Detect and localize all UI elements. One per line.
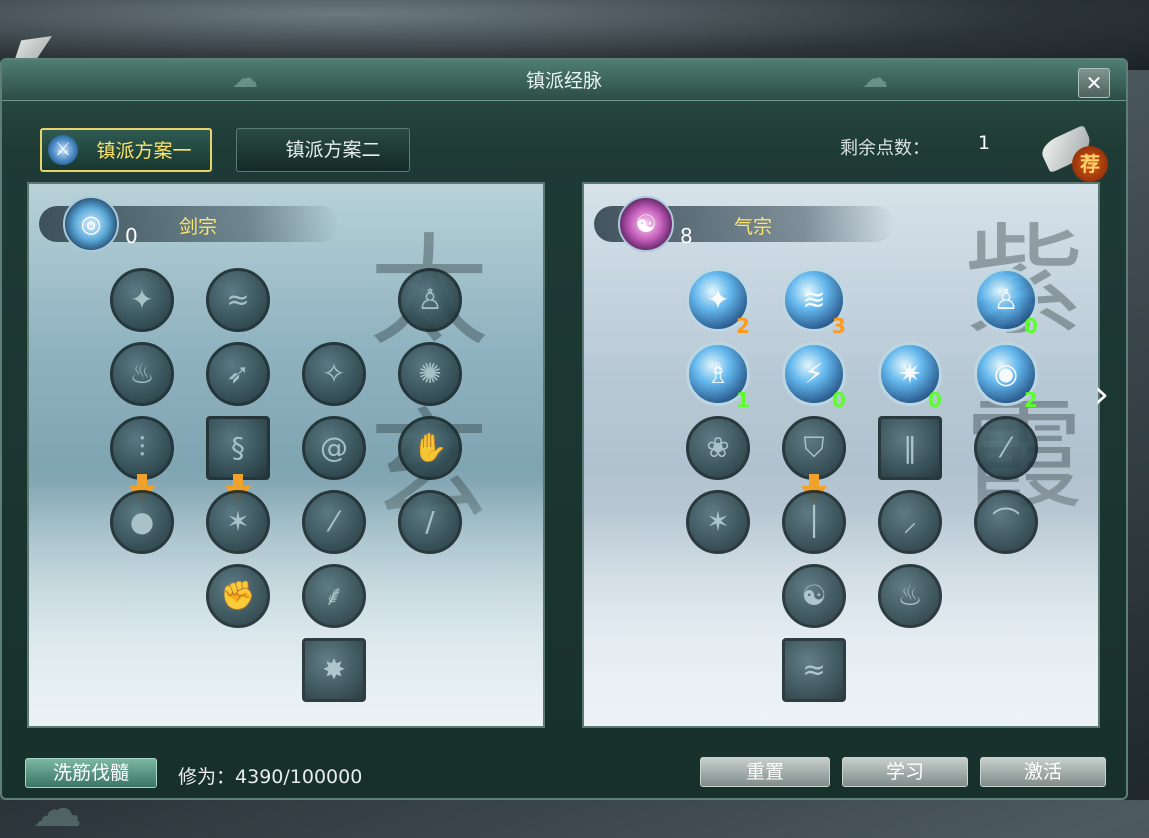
burst-icon[interactable]: ✶ [206,490,270,554]
ghost-icon[interactable]: ♨ [878,564,942,628]
school-points: 8 [680,224,693,248]
close-button[interactable]: ✕ [1078,68,1110,98]
qi-school-icon: ☯ [618,196,674,252]
window-title: 镇派经脉 [525,70,602,92]
shield-icon[interactable]: ⛉ [782,416,846,480]
sword-swirl-icon[interactable]: ≈ [206,268,270,332]
cultivation-display: 修为：4390/100000 [178,762,362,789]
serpent-icon[interactable]: § [206,416,270,480]
meridian-window: ☁ ☁ 镇派经脉 ✕ ⚔ 镇派方案一 镇派方案二 剩余点数： 1 荐 太玄 ◎ … [0,58,1128,838]
tab-scheme-1[interactable]: ⚔ 镇派方案一 [40,128,212,172]
reset-button[interactable]: 重置 [700,757,830,787]
learn-button[interactable]: 学习 [842,757,968,787]
next-page-arrow-icon[interactable]: › [1094,375,1122,416]
remaining-points-label: 剩余点数： [840,138,930,159]
claw-icon[interactable]: ⸙ [302,564,366,628]
flame-icon[interactable]: ♨ [110,342,174,406]
school-panel-sword: 太玄 ◎ 0 剑宗 ✦ ≈ ♙ ♨ ➶ ✧ ✺ ⫶ § @ ✋ ● ✶ ⁄ / … [27,182,545,728]
school-name: 气宗 [734,216,773,238]
mountain-backdrop [29,466,543,726]
recommend-button[interactable]: 荐 [1038,122,1112,182]
activate-button[interactable]: 激活 [980,757,1106,787]
pillar-icon[interactable]: ‖ [878,416,942,480]
tab-label: 镇派方案一 [96,140,192,162]
slash-icon[interactable]: / [398,490,462,554]
warrior-icon[interactable]: ♙ [398,268,462,332]
sword-school-icon: ◎ [63,196,119,252]
vortex-icon[interactable]: @ [302,416,366,480]
cultivation-label: 修为： [178,766,236,788]
tab-label: 镇派方案二 [285,139,381,161]
skill-level: 0 [832,388,846,412]
school-panel-qi: 紫霞 ☯ 8 气宗 ✦ 2 ≋ 3 ♙ 0 ♗ 1 ⚡ 0 ✷ 0 ◉ 2 ❀ … [582,182,1100,728]
star-icon[interactable]: ✶ [686,490,750,554]
skill-level: 2 [736,314,750,338]
star-burst-icon[interactable]: ✸ [302,638,366,702]
skill-level: 1 [736,388,750,412]
lotus-icon[interactable]: ❀ [686,416,750,480]
yin-yang-icon[interactable]: ☯ [782,564,846,628]
feather-icon[interactable]: ⸝ [878,490,942,554]
school-points: 0 [125,224,138,248]
palm-icon[interactable]: ✋ [398,416,462,480]
wash-marrow-button[interactable]: 洗筋伐髓 [25,758,157,788]
tab-scheme-2[interactable]: 镇派方案二 [236,128,410,172]
remaining-points-value: 1 [978,132,991,154]
leap-icon[interactable]: ✧ [302,342,366,406]
waterfall-icon[interactable]: ⫶ [110,416,174,480]
skill-level: 0 [928,388,942,412]
wave-icon[interactable]: ≈ [782,638,846,702]
cloud-ornament-icon: ☁ [32,780,82,838]
blade-spin-icon[interactable]: ✺ [398,342,462,406]
school-name: 剑宗 [179,216,218,238]
fist-icon[interactable]: ✊ [206,564,270,628]
recommend-badge: 荐 [1072,146,1108,182]
skill-level: 3 [832,314,846,338]
skill-level: 0 [1024,314,1038,338]
skill-level: 2 [1024,388,1038,412]
dash-icon[interactable]: ➶ [206,342,270,406]
stream-icon[interactable]: ⁄ [974,416,1038,480]
meditation-icon[interactable]: ✦ [110,268,174,332]
cultivation-value: 4390/100000 [235,766,363,788]
title-bar[interactable]: ☁ ☁ 镇派经脉 ✕ [2,60,1126,101]
fan-icon[interactable]: ⌒ [974,490,1038,554]
sword-emblem-icon: ⚔ [48,135,78,165]
light-beam-icon[interactable]: │ [782,490,846,554]
rain-icon[interactable]: ⁄ [302,490,366,554]
orb-icon[interactable]: ● [110,490,174,554]
